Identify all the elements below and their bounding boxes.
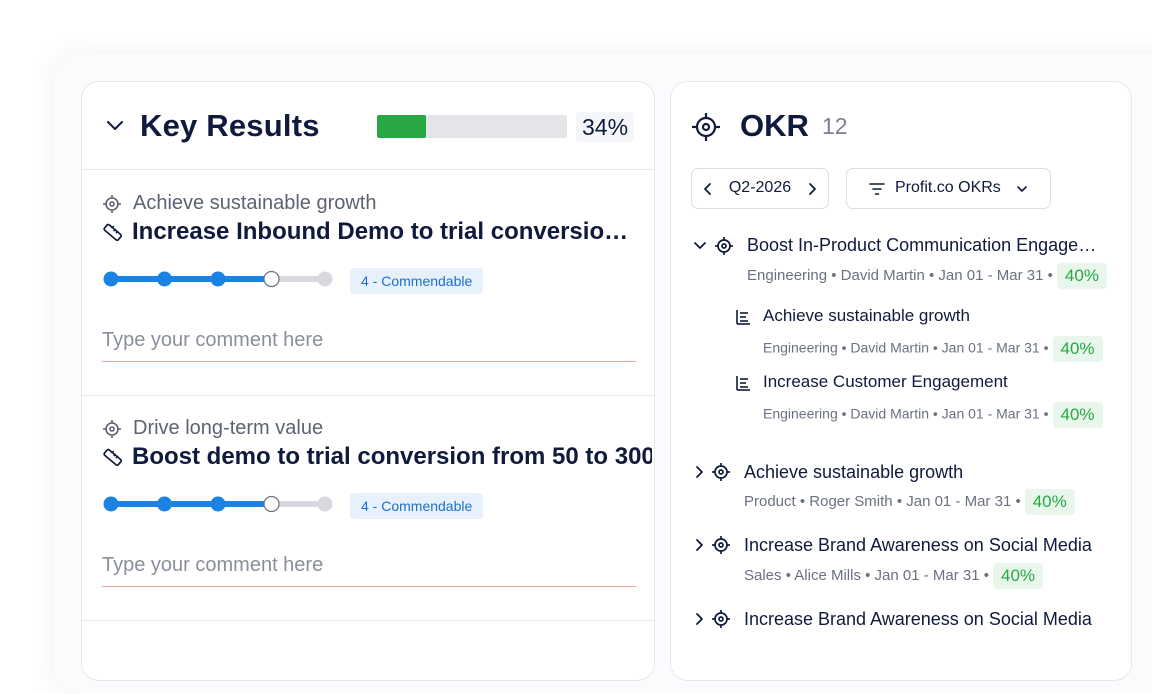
key-result-meta: Engineering • David Martin • Jan 01 - Ma… [763, 402, 1103, 428]
objective-meta: Engineering • David Martin • Jan 01 - Ma… [747, 263, 1107, 289]
key-result-name[interactable]: Increase Inbound Demo to trial conversio… [132, 218, 640, 246]
objective-title[interactable]: Increase Brand Awareness on Social Media [744, 535, 1114, 556]
target-icon [103, 195, 121, 213]
key-result-title[interactable]: Increase Customer Engagement [763, 372, 1103, 392]
chevron-right-icon[interactable] [693, 465, 705, 479]
slider-step[interactable] [317, 271, 333, 287]
quarter-selector: Q2-2026 [691, 168, 829, 209]
slider-step[interactable] [157, 271, 172, 287]
key-results-panel: Key Results 34% Achieve sustainable grow… [81, 81, 655, 681]
parent-objective-label: Drive long-term value [133, 417, 324, 439]
key-result-list-icon [736, 310, 750, 325]
target-icon [692, 113, 720, 141]
slider-step[interactable] [103, 496, 119, 512]
comment-input[interactable] [102, 545, 636, 587]
objective-meta-text: Engineering • David Martin • Jan 01 - Ma… [747, 266, 1053, 284]
filter-label: Profit.co OKRs [895, 179, 1001, 196]
target-icon [712, 536, 730, 554]
objective-meta: Sales • Alice Mills • Jan 01 - Mar 31 • 4… [744, 563, 1044, 589]
chevron-down-icon[interactable] [106, 118, 124, 132]
progress-badge: 40% [1052, 336, 1103, 362]
key-result-meta-text: Engineering • David Martin • Jan 01 - Ma… [763, 339, 1049, 356]
overall-progress-bar [377, 115, 567, 138]
chevron-right-icon[interactable] [806, 181, 818, 197]
slider-step[interactable] [210, 271, 226, 287]
key-results-header: Key Results 34% [82, 82, 654, 170]
ruler-icon [103, 223, 123, 242]
ruler-icon [103, 448, 123, 467]
parent-objective-label: Achieve sustainable growth [133, 192, 377, 214]
progress-badge: 40% [1024, 489, 1075, 515]
overall-progress-fill [377, 115, 427, 138]
chevron-down-icon [1017, 186, 1027, 192]
progress-badge: 40% [993, 563, 1044, 589]
key-result-title[interactable]: Achieve sustainable growth [763, 306, 1103, 326]
slider-step[interactable] [210, 496, 226, 512]
target-icon [103, 420, 121, 438]
rating-badge: 4 - Commendable [350, 268, 484, 294]
key-result-item: Achieve sustainable growth Increase Inbo… [82, 170, 654, 396]
key-result-meta-text: Engineering • David Martin • Jan 01 - Ma… [763, 405, 1049, 422]
rating-badge: 4 - Commendable [350, 493, 484, 519]
key-result-meta: Engineering • David Martin • Jan 01 - Ma… [763, 336, 1103, 362]
target-icon [715, 237, 733, 255]
okr-title: OKR [740, 108, 809, 143]
overall-progress-label: 34% [576, 112, 635, 142]
chevron-down-icon[interactable] [693, 240, 707, 252]
okr-filter-dropdown[interactable]: Profit.co OKRs [846, 168, 1051, 209]
chevron-right-icon[interactable] [693, 538, 705, 552]
slider-step[interactable] [103, 271, 119, 287]
rating-slider[interactable] [102, 495, 334, 513]
key-result-name[interactable]: Boost demo to trial conversion from 50 t… [132, 443, 652, 471]
chevron-right-icon[interactable] [693, 612, 705, 626]
slider-handle[interactable] [263, 495, 280, 513]
objective-title[interactable]: Increase Brand Awareness on Social Media [744, 609, 1114, 630]
objective-meta-text: Product • Roger Smith • Jan 01 - Mar 31 … [744, 492, 1021, 510]
key-result-item: Drive long-term value Boost demo to tria… [82, 395, 654, 621]
slider-step[interactable] [317, 496, 333, 512]
progress-badge: 40% [1056, 263, 1107, 289]
comment-input[interactable] [102, 320, 636, 362]
key-results-title: Key Results [140, 108, 320, 143]
objective-meta: Product • Roger Smith • Jan 01 - Mar 31 … [744, 489, 1075, 515]
objective-title[interactable]: Achieve sustainable growth [744, 462, 1104, 483]
progress-badge: 40% [1052, 402, 1103, 428]
objective-meta-text: Sales • Alice Mills • Jan 01 - Mar 31 • [744, 566, 990, 584]
filter-icon [869, 183, 885, 195]
okr-panel: OKR 12 Q2-2026 Profit.co OKRs Boost In-P… [670, 81, 1132, 681]
key-result-list-icon [736, 376, 750, 391]
slider-handle[interactable] [263, 270, 280, 288]
target-icon [712, 463, 730, 481]
okr-count: 12 [822, 113, 848, 139]
rating-slider[interactable] [102, 270, 334, 288]
slider-step[interactable] [157, 496, 172, 512]
target-icon [712, 610, 730, 628]
objective-title[interactable]: Boost In-Product Communication Engagemen… [747, 235, 1107, 256]
